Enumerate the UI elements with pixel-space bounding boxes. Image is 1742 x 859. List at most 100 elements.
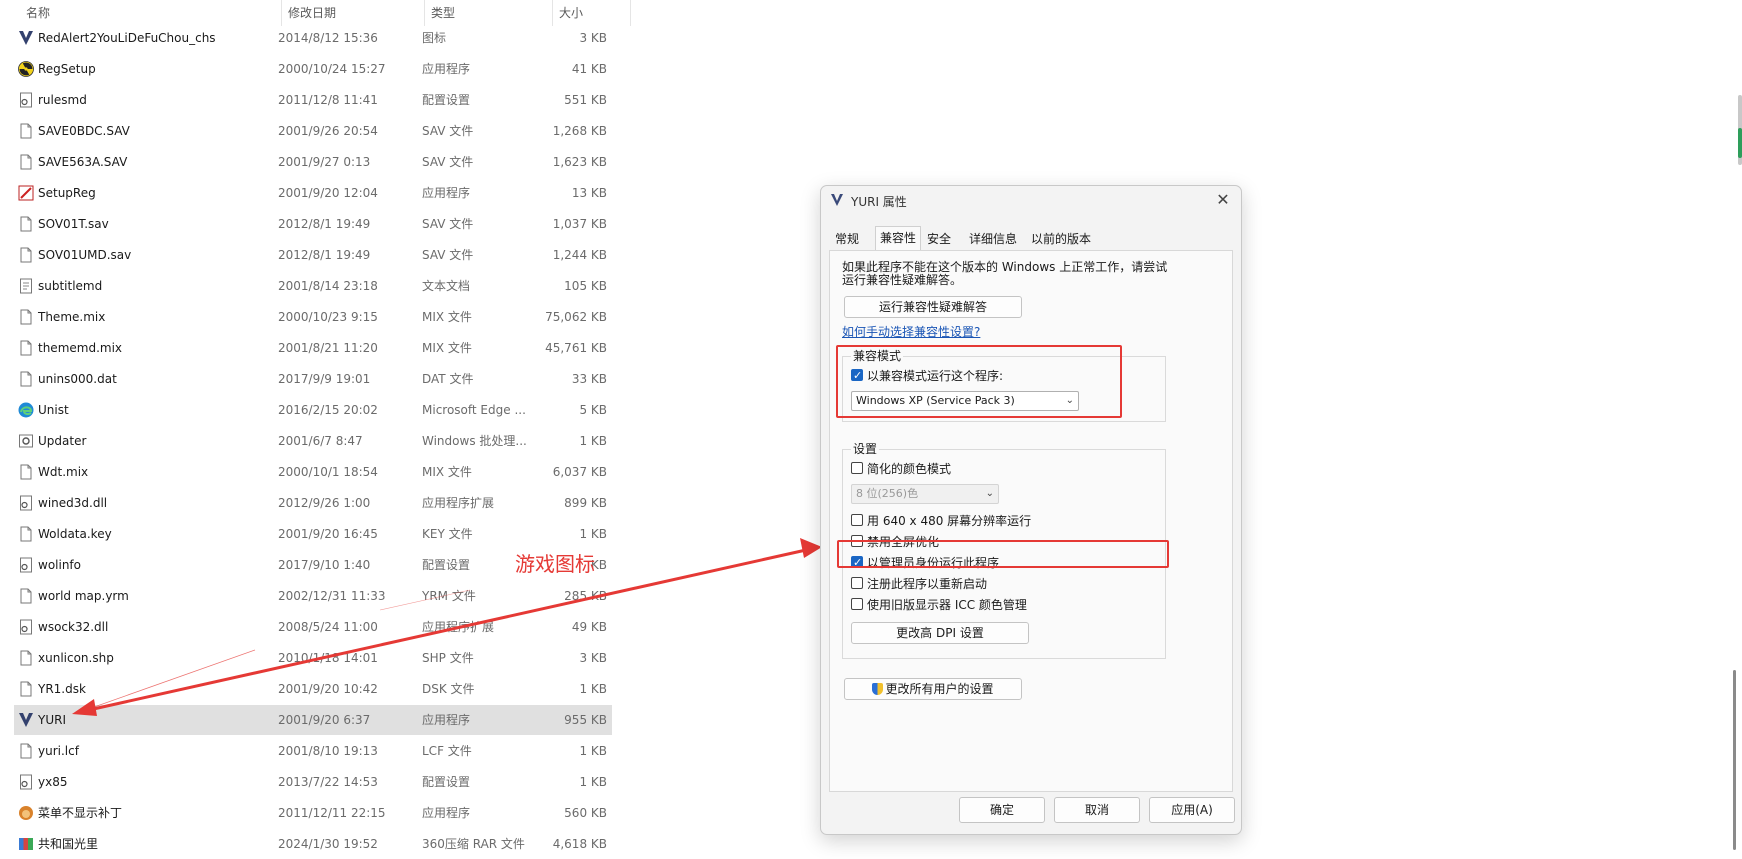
file-date: 2017/9/9 19:01 xyxy=(278,372,371,386)
file-name: wolinfo xyxy=(38,558,81,572)
tab-general[interactable]: 常规 xyxy=(831,228,863,250)
file-size: 899 KB xyxy=(564,496,607,510)
chevron-down-icon: ⌄ xyxy=(985,488,994,499)
file-row[interactable]: SAVE0BDC.SAV 2001/9/26 20:54 SAV 文件 1,268 K… xyxy=(14,116,612,146)
file-row[interactable]: RegSetup 2000/10/24 15:27 应用程序 41 KB xyxy=(14,54,612,84)
file-date: 2017/9/10 1:40 xyxy=(278,558,371,572)
file-type: 应用程序扩展 xyxy=(422,496,495,510)
legacy-icc-label: 使用旧版显示器 ICC 颜色管理 xyxy=(867,598,1027,612)
file-row[interactable]: Woldata.key 2001/9/20 16:45 KEY 文件 1 KB xyxy=(14,519,612,549)
file-row[interactable]: wsock32.dll 2008/5/24 11:00 应用程序扩展 49 KB xyxy=(14,612,612,642)
file-name: SOV01UMD.sav xyxy=(38,248,132,262)
file-name: Updater xyxy=(38,434,87,448)
compatibility-panel: 如果此程序不能在这个版本的 Windows 上正常工作，请尝试 运行兼容性疑难解… xyxy=(829,250,1233,792)
file-row[interactable]: Wdt.mix 2000/10/1 18:54 MIX 文件 6,037 KB xyxy=(14,457,612,487)
file-type: SAV 文件 xyxy=(422,155,474,169)
file-row[interactable]: yuri.lcf 2001/8/10 19:13 LCF 文件 1 KB xyxy=(14,736,612,766)
file-type: 应用程序 xyxy=(422,713,471,727)
file-row[interactable]: SetupReg 2001/9/20 12:04 应用程序 13 KB xyxy=(14,178,612,208)
file-size: 560 KB xyxy=(564,806,607,820)
file-row[interactable]: thememd.mix 2001/8/21 11:20 MIX 文件 45,761 K… xyxy=(14,333,612,363)
manual-settings-link[interactable]: 如何手动选择兼容性设置? xyxy=(842,323,980,340)
file-row[interactable]: yx85 2013/7/22 14:53 配置设置 1 KB xyxy=(14,767,612,797)
change-dpi-button[interactable]: 更改高 DPI 设置 xyxy=(851,622,1029,644)
file-icon xyxy=(18,247,34,263)
tab-details[interactable]: 详细信息 xyxy=(965,228,1021,250)
file-name: Woldata.key xyxy=(38,527,112,541)
file-date: 2001/9/26 20:54 xyxy=(278,124,378,138)
file-row[interactable]: unins000.dat 2017/9/9 19:01 DAT 文件 33 KB xyxy=(14,364,612,394)
file-date: 2001/8/21 11:20 xyxy=(278,341,378,355)
file-type: 配置设置 xyxy=(422,93,471,107)
file-row[interactable]: subtitlemd 2001/8/14 23:18 文本文档 105 KB xyxy=(14,271,612,301)
file-size: 1,623 KB xyxy=(552,155,607,169)
file-date: 2001/9/27 0:13 xyxy=(278,155,371,169)
file-date: 2000/10/23 9:15 xyxy=(278,310,378,324)
file-size: 5 KB xyxy=(579,403,607,417)
file-row[interactable]: xunlicon.shp 2010/1/18 14:01 SHP 文件 3 KB xyxy=(14,643,612,673)
scrollbar-thumb[interactable] xyxy=(1733,670,1736,850)
file-row[interactable]: SAVE563A.SAV 2001/9/27 0:13 SAV 文件 1,623 KB xyxy=(14,147,612,177)
tab-compatibility[interactable]: 兼容性 xyxy=(875,226,922,252)
file-row[interactable]: rulesmd 2011/12/8 11:41 配置设置 551 KB xyxy=(14,85,612,115)
file-row[interactable]: world map.yrm 2002/12/31 11:33 YRM 文件 285 K… xyxy=(14,581,612,611)
file-icon xyxy=(18,309,34,325)
scrollbar-indicator xyxy=(1738,128,1742,158)
file-date: 2001/6/7 8:47 xyxy=(278,434,363,448)
close-icon[interactable]: ✕ xyxy=(1211,188,1235,212)
file-name: RegSetup xyxy=(38,62,96,76)
file-date: 2002/12/31 11:33 xyxy=(278,589,386,603)
file-size: 75,062 KB xyxy=(545,310,607,324)
file-row[interactable]: SOV01T.sav 2012/8/1 19:49 SAV 文件 1,037 KB xyxy=(14,209,612,239)
settings-label: 设置 xyxy=(851,440,880,457)
file-row[interactable]: YURI 2001/9/20 6:37 应用程序 955 KB xyxy=(14,705,612,735)
file-type: 图标 xyxy=(422,31,447,45)
file-date: 2001/9/20 16:45 xyxy=(278,527,378,541)
cancel-button[interactable]: 取消 xyxy=(1054,797,1140,823)
file-row[interactable]: Unist 2016/2/15 20:02 Microsoft Edge ... 5 … xyxy=(14,395,612,425)
file-date: 2008/5/24 11:00 xyxy=(278,620,378,634)
file-type: YRM 文件 xyxy=(422,589,476,603)
radiation-icon xyxy=(18,61,34,77)
file-icon xyxy=(18,464,34,480)
file-name: thememd.mix xyxy=(38,341,123,355)
file-name: SAVE0BDC.SAV xyxy=(38,124,130,138)
change-all-users-button[interactable]: 更改所有用户的设置 xyxy=(844,678,1022,700)
file-row[interactable]: wined3d.dll 2012/9/26 1:00 应用程序扩展 899 KB xyxy=(14,488,612,518)
file-row[interactable]: 菜单不显示补丁 2011/12/11 22:15 应用程序 560 KB xyxy=(14,798,612,828)
ok-button[interactable]: 确定 xyxy=(959,797,1045,823)
tab-security[interactable]: 安全 xyxy=(923,228,955,250)
file-date: 2013/7/22 14:53 xyxy=(278,775,378,789)
text-file-icon xyxy=(18,278,34,294)
file-type: Windows 批处理... xyxy=(422,434,527,448)
file-row[interactable]: 共和国光里 2024/1/30 19:52 360压缩 RAR 文件 4,618 KB xyxy=(14,829,612,859)
res-640-label: 用 640 x 480 屏幕分辨率运行 xyxy=(867,514,1032,528)
tab-previous-versions[interactable]: 以前的版本 xyxy=(1027,228,1095,250)
file-date: 2001/8/14 23:18 xyxy=(278,279,378,293)
file-row[interactable]: Theme.mix 2000/10/23 9:15 MIX 文件 75,062 KB xyxy=(14,302,612,332)
apply-button[interactable]: 应用(A) xyxy=(1149,797,1235,823)
file-name: world map.yrm xyxy=(38,589,129,603)
file-size: 1 KB xyxy=(579,775,607,789)
file-row[interactable]: SOV01UMD.sav 2012/8/1 19:49 SAV 文件 1,244 KB xyxy=(14,240,612,270)
file-name: rulesmd xyxy=(38,93,87,107)
file-date: 2012/9/26 1:00 xyxy=(278,496,371,510)
file-date: 2016/2/15 20:02 xyxy=(278,403,378,417)
file-row[interactable]: Updater 2001/6/7 8:47 Windows 批处理... 1 KB xyxy=(14,426,612,456)
file-name: RedAlert2YouLiDeFuChou_chs xyxy=(38,31,216,45)
file-size: 1 KB xyxy=(579,744,607,758)
file-name: subtitlemd xyxy=(38,279,103,293)
file-type: 应用程序 xyxy=(422,806,471,820)
file-name: yuri.lcf xyxy=(38,744,79,758)
file-icon xyxy=(18,371,34,387)
file-name: xunlicon.shp xyxy=(38,651,114,665)
file-icon xyxy=(18,650,34,666)
file-size: 45,761 KB xyxy=(545,341,607,355)
troubleshoot-button[interactable]: 运行兼容性疑难解答 xyxy=(844,296,1022,318)
file-row[interactable]: YR1.dsk 2001/9/20 10:42 DSK 文件 1 KB xyxy=(14,674,612,704)
file-row[interactable]: RedAlert2YouLiDeFuChou_chs 2014/8/12 15:3… xyxy=(14,23,612,53)
checkbox-unchecked-icon xyxy=(851,462,863,474)
file-date: 2011/12/11 22:15 xyxy=(278,806,386,820)
file-type: MIX 文件 xyxy=(422,310,472,324)
file-type: DAT 文件 xyxy=(422,372,474,386)
